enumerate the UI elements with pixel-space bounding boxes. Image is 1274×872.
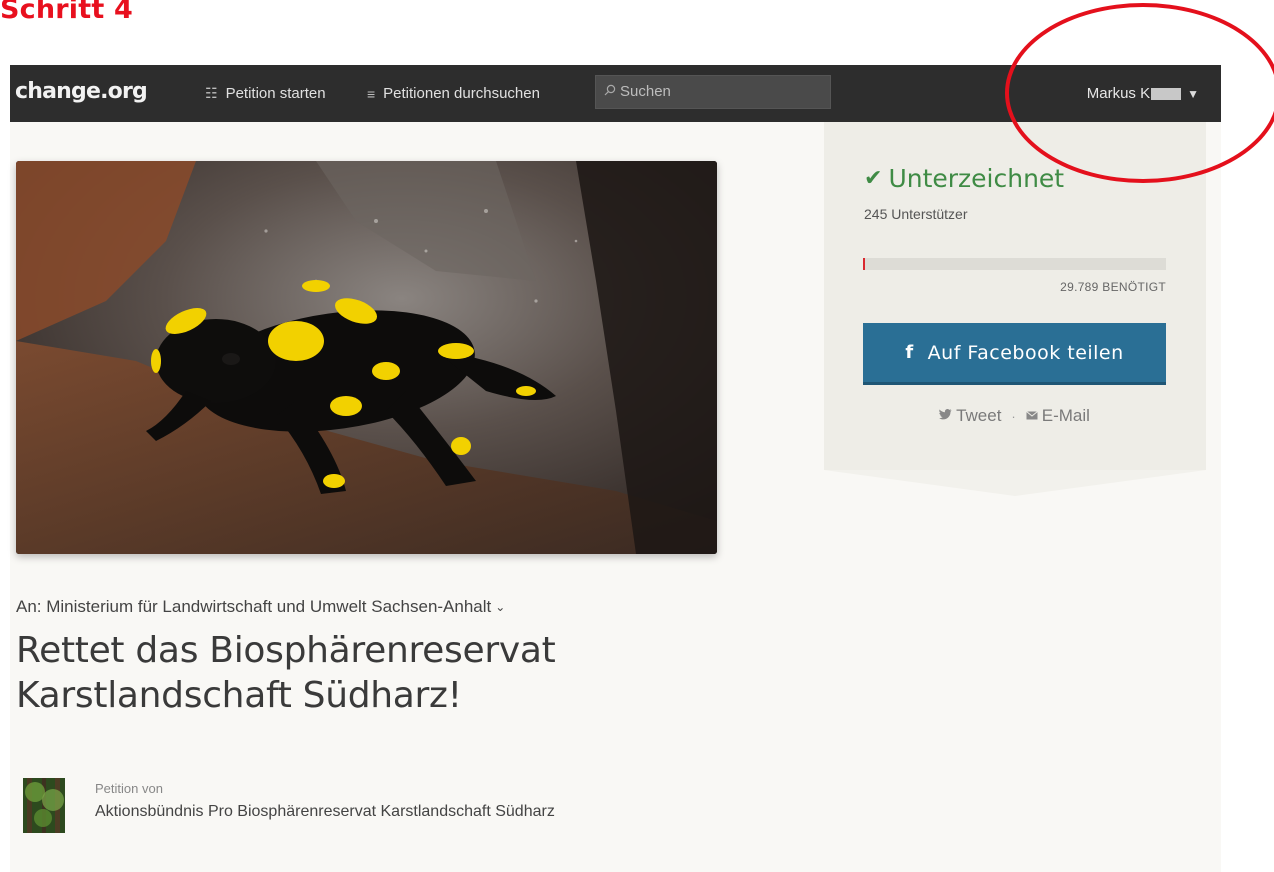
search-box[interactable] <box>595 74 831 109</box>
envelope-icon <box>1025 409 1038 423</box>
petition-target-label: An: Ministerium für Landwirtschaft und U… <box>16 597 492 616</box>
list-icon: ≡ <box>367 85 376 102</box>
share-facebook-button[interactable]: f Auf Facebook teilen <box>863 323 1166 385</box>
user-name: Markus K <box>1086 85 1151 102</box>
top-navbar: change.org ☷ Petition starten ≡ Petition… <box>10 65 1221 122</box>
check-icon: ✔ <box>864 166 883 191</box>
browse-petitions-label: Petitionen durchsuchen <box>383 85 540 102</box>
start-petition-label: Petition starten <box>225 85 326 102</box>
caret-down-icon: ▼ <box>1187 86 1199 101</box>
redacted-name-block <box>1151 87 1182 100</box>
petition-author[interactable]: Aktionsbündnis Pro Biosphärenreservat Ka… <box>95 803 555 821</box>
petition-hero-image <box>16 161 717 554</box>
browse-petitions-link[interactable]: ≡ Petitionen durchsuchen <box>367 85 540 102</box>
tweet-label: Tweet <box>956 406 1002 425</box>
user-menu[interactable]: Markus K ▼ <box>1087 85 1199 102</box>
change-org-logo[interactable]: change.org <box>15 79 148 104</box>
share-links: Tweet · E-Mail <box>863 406 1166 426</box>
facebook-icon: f <box>905 342 914 363</box>
signature-sidebar: ✔ Unterzeichnet 245 Unterstützer 29.789 … <box>824 122 1206 470</box>
forest-avatar-image <box>23 778 65 833</box>
search-icon <box>604 82 616 108</box>
petition-target[interactable]: An: Ministerium für Landwirtschaft und U… <box>16 597 505 617</box>
email-link[interactable]: E-Mail <box>1025 406 1090 426</box>
twitter-bird-icon <box>939 409 952 423</box>
email-label: E-Mail <box>1041 406 1090 425</box>
fire-salamander-illustration <box>16 161 717 554</box>
sidebar-pointer <box>824 470 1206 496</box>
petition-by-label: Petition von <box>95 781 163 796</box>
signature-progress-bar <box>863 258 1166 270</box>
start-petition-link[interactable]: ☷ Petition starten <box>205 85 326 102</box>
step-label: Schritt 4 <box>0 0 134 25</box>
signed-label: Unterzeichnet <box>888 164 1065 193</box>
supporter-count: 245 Unterstützer <box>864 206 968 222</box>
chevron-down-icon: ⌄ <box>495 600 506 614</box>
document-icon: ☷ <box>205 85 218 101</box>
search-input[interactable] <box>620 74 820 108</box>
author-avatar[interactable] <box>23 778 65 833</box>
share-separator: · <box>1011 408 1016 424</box>
signed-status: ✔ Unterzeichnet <box>864 164 1064 193</box>
tweet-link[interactable]: Tweet <box>939 406 1001 426</box>
signatures-needed: 29.789 BENÖTIGT <box>1060 280 1166 294</box>
petition-title: Rettet das Biosphärenreservat Karstlands… <box>16 630 556 716</box>
progress-fill <box>863 258 866 270</box>
share-facebook-label: Auf Facebook teilen <box>927 341 1124 364</box>
